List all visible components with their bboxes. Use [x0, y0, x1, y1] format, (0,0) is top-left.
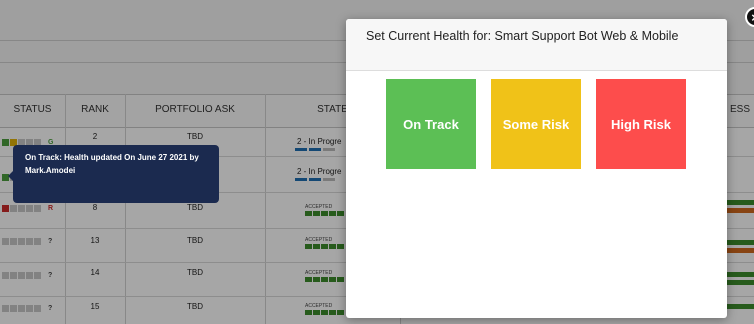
modal-title: Set Current Health for: Smart Support Bo… — [366, 29, 679, 43]
health-tooltip: On Track: Health updated On June 27 2021… — [8, 145, 219, 203]
on-track-button[interactable]: On Track — [386, 79, 476, 169]
some-risk-button[interactable]: Some Risk — [491, 79, 581, 169]
modal-header: Set Current Health for: Smart Support Bo… — [346, 19, 727, 71]
set-health-modal: Set Current Health for: Smart Support Bo… — [346, 19, 727, 318]
high-risk-button[interactable]: High Risk — [596, 79, 686, 169]
